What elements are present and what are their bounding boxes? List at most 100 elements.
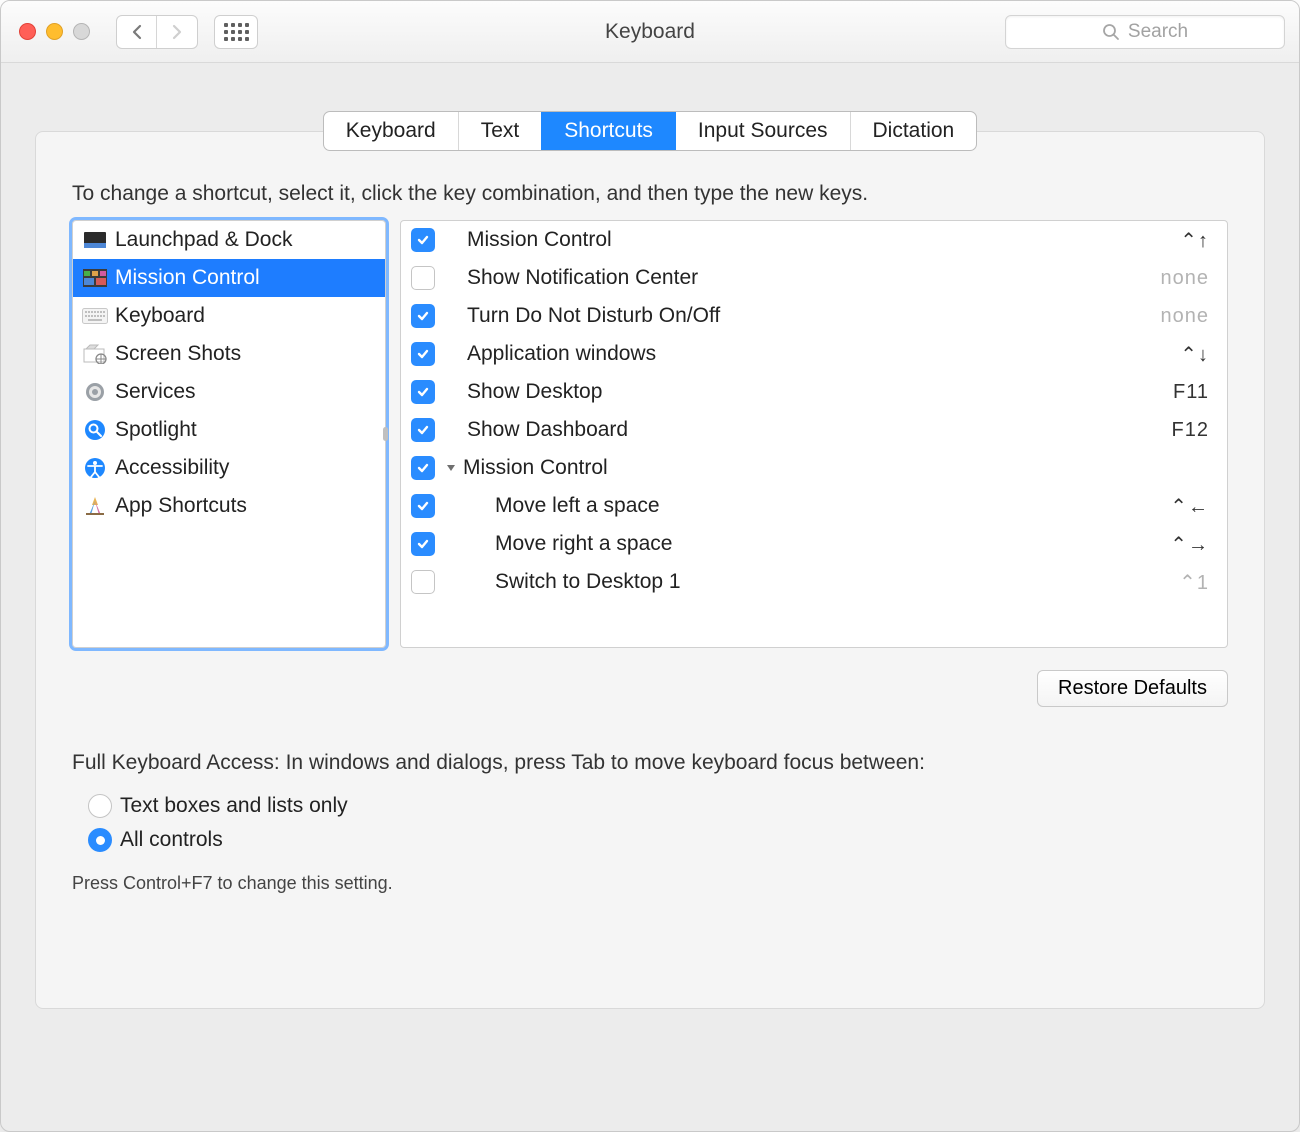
tab-dictation[interactable]: Dictation — [850, 112, 977, 150]
shortcut-checkbox[interactable] — [411, 494, 435, 518]
shortcut-group-label: Mission Control — [445, 456, 1199, 480]
chevron-left-icon — [131, 24, 143, 40]
sidebar-item-label: Mission Control — [115, 266, 260, 290]
shortcut-key[interactable]: ⌃↑ — [1180, 228, 1209, 253]
shortcut-row[interactable]: Show Notification Centernone — [401, 259, 1227, 297]
full-keyboard-access-options: Text boxes and lists only All controls — [88, 789, 1228, 857]
shortcut-checkbox[interactable] — [411, 304, 435, 328]
radio-button[interactable] — [88, 794, 112, 818]
shortcut-label: Show Desktop — [467, 380, 1163, 404]
shortcut-label: Show Dashboard — [467, 418, 1162, 442]
search-placeholder: Search — [1128, 21, 1188, 43]
shortcut-key[interactable]: F12 — [1172, 419, 1209, 442]
shortcut-key[interactable]: ⌃← — [1170, 494, 1209, 519]
launchpad-icon — [81, 228, 109, 252]
sidebar-item-accessibility[interactable]: Accessibility — [73, 449, 385, 487]
accessibility-icon — [81, 456, 109, 480]
shortcut-label: Application windows — [467, 342, 1170, 366]
shortcut-checkbox[interactable] — [411, 532, 435, 556]
spotlight-icon — [81, 418, 109, 442]
shortcut-key[interactable]: ⌃↓ — [1180, 342, 1209, 367]
shortcut-label: Move left a space — [495, 494, 1160, 518]
shortcut-key[interactable]: ⌃→ — [1170, 532, 1209, 557]
shortcut-checkbox[interactable] — [411, 570, 435, 594]
shortcut-checkbox[interactable] — [411, 456, 435, 480]
shortcut-checkbox[interactable] — [411, 380, 435, 404]
window-controls — [19, 23, 90, 40]
sidebar-item-launchpad-dock[interactable]: Launchpad & Dock — [73, 221, 385, 259]
search-icon — [1102, 23, 1120, 41]
mission-icon — [81, 266, 109, 290]
grid-icon — [224, 23, 249, 41]
show-all-button[interactable] — [214, 15, 258, 49]
sidebar-item-label: Keyboard — [115, 304, 205, 328]
shortcut-row[interactable]: Mission Control — [401, 449, 1227, 487]
split-grip[interactable] — [383, 427, 388, 441]
shortcut-row[interactable]: Show Desktop F11 — [401, 373, 1227, 411]
shortcut-checkbox[interactable] — [411, 342, 435, 366]
shortcut-row[interactable]: Move right a space ⌃→ — [401, 525, 1227, 563]
shortcut-checkbox[interactable] — [411, 418, 435, 442]
titlebar: Keyboard Search — [1, 1, 1299, 63]
tab-input-sources[interactable]: Input Sources — [675, 112, 850, 150]
radio-label: Text boxes and lists only — [120, 794, 348, 818]
sidebar-item-label: Services — [115, 380, 196, 404]
sidebar-item-services[interactable]: Services — [73, 373, 385, 411]
shortcut-checkbox[interactable] — [411, 228, 435, 252]
restore-defaults-button[interactable]: Restore Defaults — [1037, 670, 1228, 707]
tab-text[interactable]: Text — [458, 112, 542, 150]
shortcut-key[interactable]: none — [1161, 305, 1210, 328]
tab-bar: KeyboardTextShortcutsInput SourcesDictat… — [323, 111, 977, 151]
shortcut-row[interactable]: Switch to Desktop 1 ⌃1 — [401, 563, 1227, 601]
shortcuts-panel: To change a shortcut, select it, click t… — [35, 131, 1265, 1009]
tab-shortcuts[interactable]: Shortcuts — [541, 112, 675, 150]
chevron-right-icon — [171, 24, 183, 40]
zoom-window-button[interactable] — [73, 23, 90, 40]
radio-label: All controls — [120, 828, 223, 852]
split-view: Launchpad & Dock Mission Control Keyboard S… — [72, 220, 1228, 648]
shortcut-label: Mission Control — [467, 228, 1170, 252]
keyboard-icon — [81, 304, 109, 328]
shortcut-key[interactable]: none — [1161, 267, 1210, 290]
radio-button[interactable] — [88, 828, 112, 852]
screenshot-icon — [81, 342, 109, 366]
gear-icon — [81, 380, 109, 404]
sidebar-item-label: App Shortcuts — [115, 494, 247, 518]
nav-segment — [116, 15, 198, 49]
tab-keyboard[interactable]: Keyboard — [324, 112, 458, 150]
sidebar-item-label: Launchpad & Dock — [115, 228, 292, 252]
back-button[interactable] — [117, 16, 157, 48]
sidebar-item-keyboard[interactable]: Keyboard — [73, 297, 385, 335]
shortcut-label: Turn Do Not Disturb On/Off — [467, 304, 1151, 328]
window-body: KeyboardTextShortcutsInput SourcesDictat… — [1, 111, 1299, 1132]
shortcut-list[interactable]: Mission Control ⌃↑ Show Notification Cente… — [400, 220, 1228, 648]
close-window-button[interactable] — [19, 23, 36, 40]
category-sidebar[interactable]: Launchpad & Dock Mission Control Keyboard S… — [72, 220, 386, 648]
minimize-window-button[interactable] — [46, 23, 63, 40]
shortcut-key[interactable]: F11 — [1173, 381, 1209, 404]
shortcut-key[interactable]: ⌃1 — [1179, 570, 1209, 595]
instruction-text: To change a shortcut, select it, click t… — [72, 182, 1228, 206]
sidebar-item-label: Screen Shots — [115, 342, 241, 366]
shortcut-label: Switch to Desktop 1 — [495, 570, 1169, 594]
fka-option[interactable]: All controls — [88, 823, 1228, 857]
sidebar-item-spotlight[interactable]: Spotlight — [73, 411, 385, 449]
sidebar-item-label: Accessibility — [115, 456, 229, 480]
fka-option[interactable]: Text boxes and lists only — [88, 789, 1228, 823]
sidebar-item-mission-control[interactable]: Mission Control — [73, 259, 385, 297]
shortcut-row[interactable]: Application windows ⌃↓ — [401, 335, 1227, 373]
sidebar-item-label: Spotlight — [115, 418, 197, 442]
shortcut-row[interactable]: Show Dashboard F12 — [401, 411, 1227, 449]
disclosure-triangle-icon[interactable] — [445, 456, 457, 480]
search-field[interactable]: Search — [1005, 15, 1285, 49]
shortcut-label: Move right a space — [495, 532, 1160, 556]
full-keyboard-access-hint: Press Control+F7 to change this setting. — [72, 873, 1228, 894]
shortcut-row[interactable]: Turn Do Not Disturb On/Off none — [401, 297, 1227, 335]
shortcut-row[interactable]: Move left a space ⌃← — [401, 487, 1227, 525]
shortcut-row[interactable]: Mission Control ⌃↑ — [401, 221, 1227, 259]
sidebar-item-app-shortcuts[interactable]: App Shortcuts — [73, 487, 385, 525]
shortcut-checkbox[interactable] — [411, 266, 435, 290]
preferences-window: Keyboard Search KeyboardTextShortcutsInp… — [0, 0, 1300, 1132]
sidebar-item-screen-shots[interactable]: Screen Shots — [73, 335, 385, 373]
forward-button[interactable] — [157, 16, 197, 48]
